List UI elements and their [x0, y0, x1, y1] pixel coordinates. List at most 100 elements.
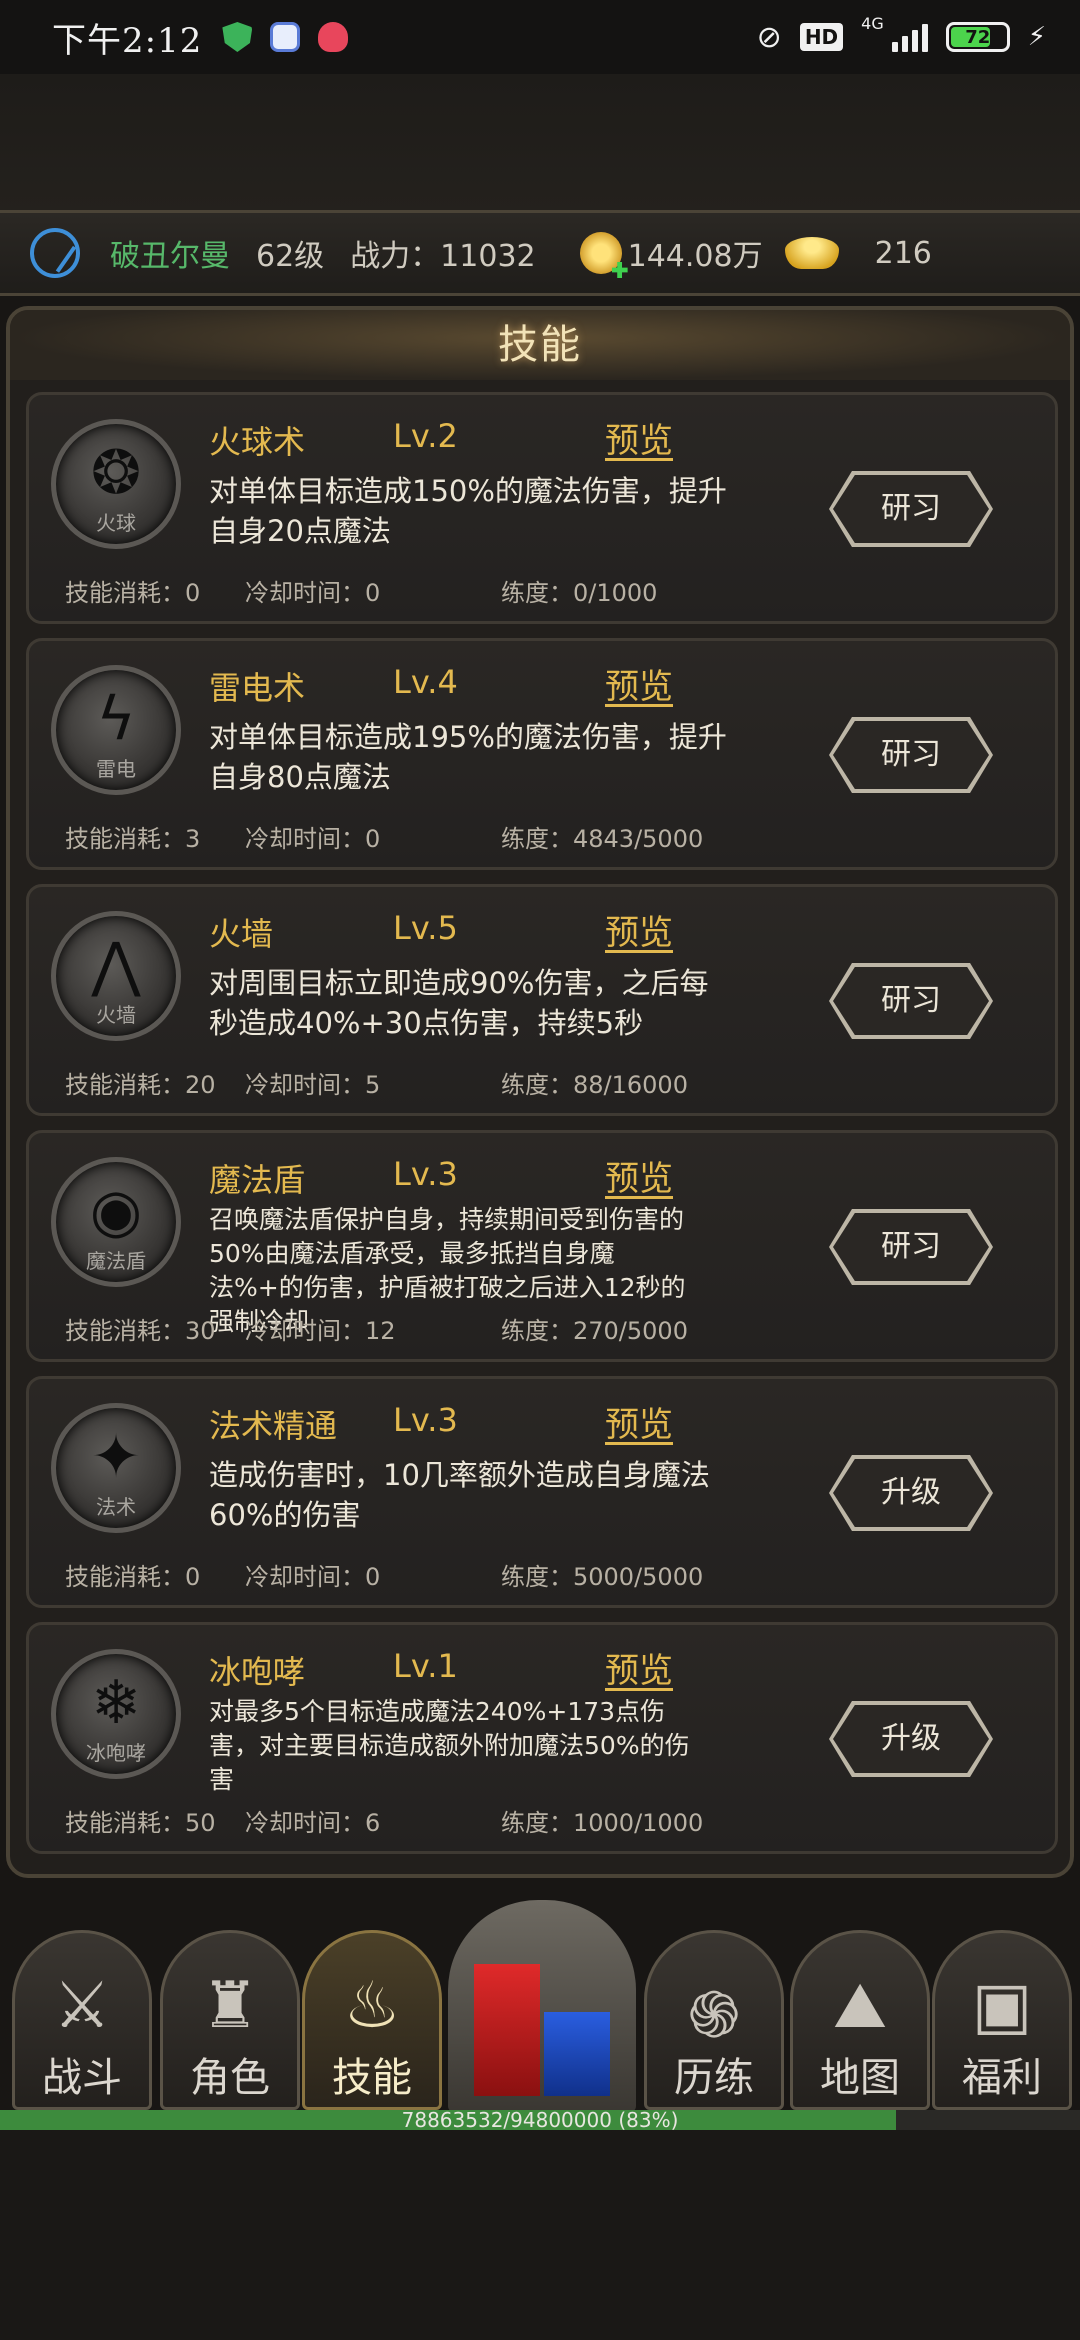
preview-link[interactable]: 预览	[605, 1643, 673, 1692]
upgrade-button[interactable]: 升级	[829, 1701, 993, 1777]
skill-cost: 技能消耗：0	[65, 579, 201, 607]
charging-icon: ⚡	[1027, 22, 1046, 52]
skill-icon-glyph: ✦	[90, 1422, 142, 1492]
study-button[interactable]: 研习	[829, 471, 993, 547]
lightning-icon[interactable]: ϟ 雷电	[51, 665, 181, 795]
class-icon[interactable]	[30, 228, 80, 278]
skill-icon-glyph: ϟ	[96, 684, 136, 754]
skill-level: Lv.3	[393, 1155, 458, 1193]
preview-link[interactable]: 预览	[605, 413, 673, 462]
skill-level: Lv.3	[393, 1401, 458, 1439]
skill-description: 对最多5个目标造成魔法240%+173点伤害，对主要目标造成额外附加魔法50%的…	[209, 1697, 690, 1794]
preview-link[interactable]: 预览	[605, 1397, 673, 1446]
skill-name: 火球术	[209, 423, 306, 461]
treasure-chest-icon: ▣	[971, 1969, 1033, 2043]
magic-shield-icon[interactable]: ◉ 魔法盾	[51, 1157, 181, 1287]
player-coins: 144.08万	[627, 239, 763, 274]
vortex-icon: ֍	[687, 1979, 741, 2053]
skill-level: Lv.2	[393, 417, 458, 455]
action-button-label: 研习	[833, 967, 989, 1035]
skill-card: ❂ 火球 火球术 Lv.2 预览对单体目标造成150%的魔法伤害，提升自身20点魔法技能…	[26, 392, 1058, 624]
status-right: ⊘ HD 4G 72 ⚡	[756, 14, 1046, 55]
skill-icon-label: 雷电	[96, 757, 136, 781]
skill-proficiency: 练度：1000/1000	[501, 1809, 704, 1837]
mp-gauge	[544, 2012, 610, 2096]
preview-link[interactable]: 预览	[605, 659, 673, 708]
preview-link[interactable]: 预览	[605, 1151, 673, 1200]
mute-icon: ⊘	[756, 19, 782, 55]
gold-coin-icon[interactable]	[579, 232, 622, 274]
preview-link[interactable]: 预览	[605, 905, 673, 954]
skill-proficiency: 练度：88/16000	[501, 1071, 688, 1099]
study-button[interactable]: 研习	[829, 963, 993, 1039]
skill-icon-label: 魔法盾	[86, 1249, 146, 1273]
skill-icon-label: 法术	[96, 1495, 136, 1519]
skill-description: 对周围目标立即造成90%伤害，之后每秒造成40%+30点伤害，持续5秒	[209, 966, 709, 1040]
action-button-label: 升级	[833, 1705, 989, 1773]
skill-proficiency: 练度：0/1000	[501, 579, 658, 607]
skill-level: Lv.5	[393, 909, 458, 947]
skill-icon-glyph: ⋀	[91, 930, 141, 1000]
skill-cooldown: 冷却时间：12	[245, 1317, 396, 1345]
skill-card: ⋀ 火墙 火墙 Lv.5 预览对周围目标立即造成90%伤害，之后每秒造成40%+30点伤…	[26, 884, 1058, 1116]
fireball-icon[interactable]: ❂ 火球	[51, 419, 181, 549]
skill-card: ◉ 魔法盾 魔法盾 Lv.3 预览 召唤魔法盾保护自身，持续期间受到伤害的50%由魔法盾承…	[26, 1130, 1058, 1362]
helmet-icon: ♜	[201, 1969, 259, 2043]
action-button-label: 研习	[833, 721, 989, 789]
skill-description: 对单体目标造成195%的魔法伤害，提升自身80点魔法	[209, 720, 727, 794]
skill-stats: 技能消耗：20 冷却时间：5 练度：88/16000	[65, 1065, 688, 1100]
study-button[interactable]: 研习	[829, 717, 993, 793]
nav-tab-map[interactable]: ⛰ 地图	[790, 1930, 930, 2110]
nav-tab-skills[interactable]: ♨ 技能	[302, 1930, 442, 2110]
skill-description: 对单体目标造成150%的魔法伤害，提升自身20点魔法	[209, 474, 727, 548]
player-name: 破丑尔曼	[110, 239, 230, 274]
skill-icon-glyph: ❂	[90, 438, 142, 508]
player-power: 战力：11032	[350, 239, 536, 274]
spell-mastery-icon[interactable]: ✦ 法术	[51, 1403, 181, 1533]
skill-stats: 技能消耗：0 冷却时间：0 练度：5000/5000	[65, 1557, 703, 1592]
study-button[interactable]: 研习	[829, 1209, 993, 1285]
skill-icon-glyph: ❄	[90, 1668, 142, 1738]
nav-tab-character[interactable]: ♜ 角色	[160, 1930, 300, 2110]
ice-roar-icon[interactable]: ❄ 冰咆哮	[51, 1649, 181, 1779]
skill-card: ϟ 雷电 雷电术 Lv.4 预览 对单体目标造成195%的魔法伤害，提升自身80点魔法 技能…	[26, 638, 1058, 870]
upgrade-button[interactable]: 升级	[829, 1455, 993, 1531]
skill-icon-glyph: ◉	[89, 1176, 143, 1246]
nav-tab-battle[interactable]: ⚔ 战斗	[12, 1930, 152, 2110]
top-background	[0, 74, 1080, 214]
map-icon: ⛰	[833, 1969, 887, 2043]
battery-level: 72	[965, 26, 991, 48]
action-button-label: 升级	[833, 1459, 989, 1527]
nav-label: 历练	[674, 2055, 754, 2101]
gold-ingot-icon[interactable]	[784, 237, 839, 269]
status-app-icons	[222, 22, 349, 52]
skill-cost: 技能消耗：3	[65, 825, 201, 853]
skill-name: 法术精通	[209, 1407, 338, 1445]
skill-stats: 技能消耗：0 冷却时间：0 练度：0/1000	[65, 573, 657, 608]
bottom-empty-area	[0, 2130, 1080, 2340]
skill-name: 雷电术	[209, 669, 306, 707]
skill-name: 火墙	[209, 915, 274, 953]
panel-title: 技能	[10, 310, 1070, 380]
nav-label: 战斗	[42, 2055, 122, 2101]
skill-cost: 技能消耗：0	[65, 1563, 201, 1591]
action-button-label: 研习	[833, 1213, 989, 1281]
skill-cooldown: 冷却时间：0	[245, 825, 381, 853]
player-bar: 破丑尔曼 62级 战力：11032 144.08万 216	[0, 210, 1080, 296]
shield-app-icon	[222, 22, 253, 52]
skill-card: ✦ 法术 法术精通 Lv.3 预览 造成伤害时，10几率额外造成自身魔法60%的伤害 技能消…	[26, 1376, 1058, 1608]
skill-cooldown: 冷却时间：5	[245, 1071, 381, 1099]
hp-mp-portal	[444, 1900, 640, 2112]
skill-icon-label: 冰咆哮	[86, 1741, 146, 1765]
skill-card: ❄ 冰咆哮 冰咆哮 Lv.1 预览 对最多5个目标造成魔法240%+173点伤害，对主要目…	[26, 1622, 1058, 1854]
experience-text: 78863532/94800000 (83%)	[401, 2108, 679, 2132]
battery-icon: 72	[945, 22, 1010, 52]
skill-stats: 技能消耗：3 冷却时间：0 练度：4843/5000	[65, 819, 703, 854]
firewall-icon[interactable]: ⋀ 火墙	[51, 911, 181, 1041]
camera-app-icon	[270, 22, 301, 52]
skill-proficiency: 练度：4843/5000	[501, 825, 704, 853]
crossed-swords-icon: ⚔	[53, 1969, 111, 2043]
nav-tab-training[interactable]: ֍ 历练	[644, 1930, 784, 2110]
bottom-nav: ⚔ 战斗 ♜ 角色 ♨ 技能 ֍ 历练 ⛰ 地图 ▣ 福利	[0, 1900, 1080, 2112]
nav-tab-welfare[interactable]: ▣ 福利	[932, 1930, 1072, 2110]
